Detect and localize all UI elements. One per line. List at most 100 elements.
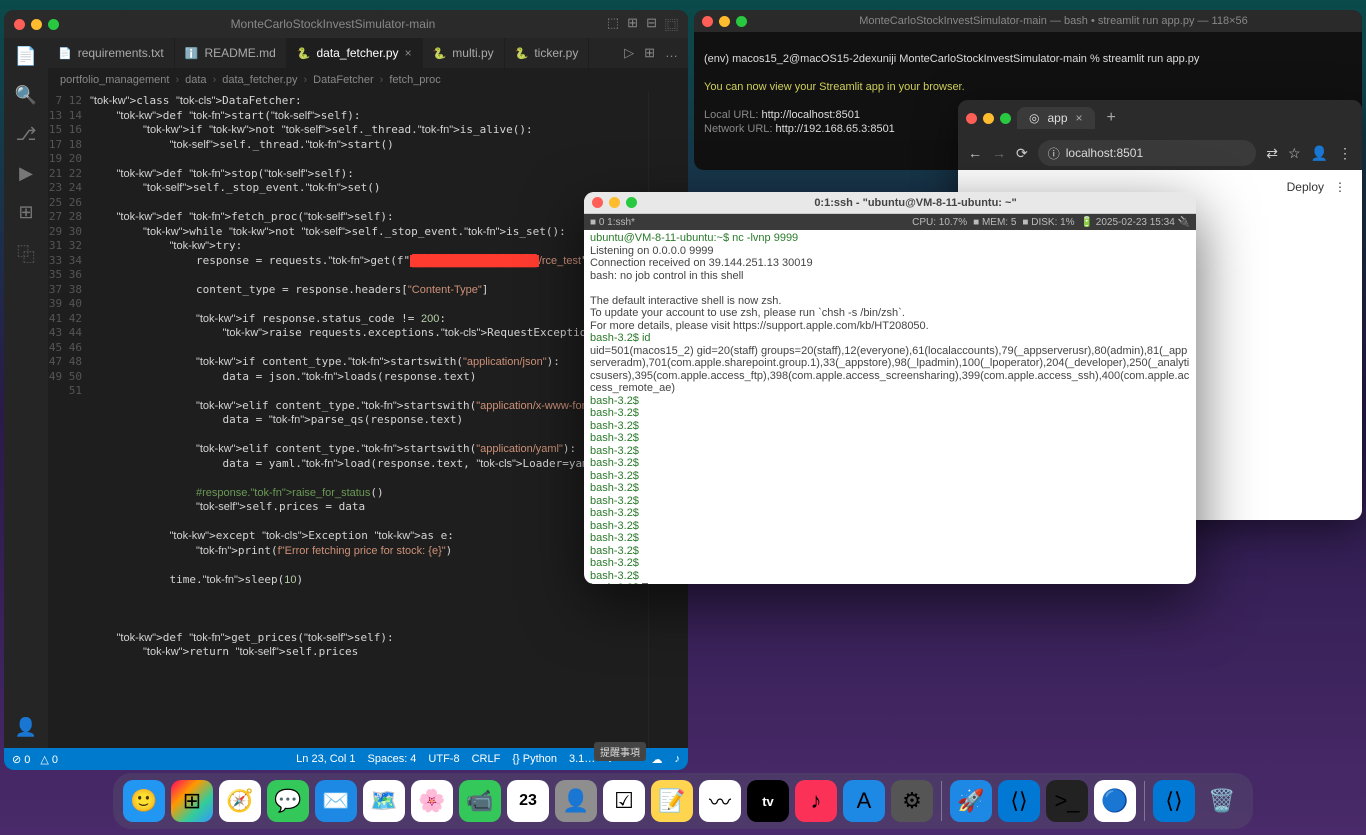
- profile-icon[interactable]: 👤: [1311, 145, 1328, 162]
- traffic-lights[interactable]: [14, 19, 59, 30]
- status-bar[interactable]: ⊘ 0 △ 0 Ln 23, Col 1 Spaces: 4 UTF-8 CRLF {}…: [4, 748, 688, 770]
- split-icon[interactable]: ⊞: [644, 45, 655, 61]
- accounts-icon[interactable]: 👤: [15, 717, 37, 738]
- maximize-icon[interactable]: [736, 16, 747, 27]
- layout-icon[interactable]: ⬚: [607, 15, 619, 34]
- warnings-count[interactable]: △ 0: [40, 753, 58, 766]
- menu-icon[interactable]: ⋮: [1338, 145, 1352, 162]
- editor-tab[interactable]: 🐍data_fetcher.py×: [287, 38, 423, 68]
- extensions-icon[interactable]: ⊞: [18, 202, 33, 223]
- bookmark-icon[interactable]: ☆: [1288, 145, 1301, 162]
- git-icon[interactable]: ⎇: [16, 124, 37, 145]
- app-menu-icon[interactable]: ⋮: [1334, 180, 1346, 194]
- tab-title: app: [1047, 111, 1067, 125]
- dock-reminders[interactable]: ☑: [603, 780, 645, 822]
- explorer-icon[interactable]: 📄: [15, 46, 37, 67]
- deploy-button[interactable]: Deploy: [1287, 180, 1324, 194]
- dock-trash[interactable]: 🗑️: [1201, 780, 1243, 822]
- minimize-icon[interactable]: [719, 16, 730, 27]
- reload-button[interactable]: ⟳: [1016, 145, 1028, 162]
- close-icon[interactable]: [592, 197, 603, 208]
- back-button[interactable]: ←: [968, 145, 982, 161]
- status-item[interactable]: ☁: [652, 753, 663, 766]
- breadcrumb-item[interactable]: fetch_proc: [389, 74, 440, 86]
- status-item[interactable]: Spaces: 4: [368, 753, 417, 766]
- debug-icon[interactable]: ▶: [19, 163, 33, 184]
- dock-messages[interactable]: 💬: [267, 780, 309, 822]
- breadcrumb-item[interactable]: portfolio_management: [60, 74, 169, 86]
- status-item[interactable]: Ln 23, Col 1: [296, 753, 355, 766]
- dock[interactable]: 🙂⊞🧭💬✉️🗺️🌸📹23👤☑📝〰tv♪A⚙🚀⟨⟩>_🔵⟨⟩🗑️: [113, 773, 1253, 829]
- dock-notes[interactable]: 📝: [651, 780, 693, 822]
- dock-maps[interactable]: 🗺️: [363, 780, 405, 822]
- maximize-icon[interactable]: [1000, 113, 1011, 124]
- editor-tab[interactable]: 🐍ticker.py: [505, 38, 590, 68]
- editor-tab[interactable]: 📄requirements.txt: [48, 38, 175, 68]
- browser-tab[interactable]: ◎ app ×: [1017, 107, 1095, 129]
- minimize-icon[interactable]: [31, 19, 42, 30]
- code-area[interactable]: "tok-kw">class "tok-cls">DataFetcher: "t…: [90, 92, 648, 748]
- close-icon[interactable]: [702, 16, 713, 27]
- dock-vscode2[interactable]: ⟨⟩: [1153, 780, 1195, 822]
- site-info-icon[interactable]: ⓘ: [1048, 145, 1060, 162]
- translate-icon[interactable]: ⇄: [1266, 145, 1278, 162]
- dock-launchpad[interactable]: ⊞: [171, 780, 213, 822]
- minimize-icon[interactable]: [609, 197, 620, 208]
- browser-tabstrip[interactable]: ◎ app × +: [958, 100, 1362, 136]
- dock-appstore[interactable]: A: [843, 780, 885, 822]
- dock-safari[interactable]: 🧭: [219, 780, 261, 822]
- editor-tab[interactable]: ℹ️README.md: [175, 38, 287, 68]
- status-item[interactable]: 3.1…: [569, 753, 595, 766]
- dock-mail[interactable]: ✉️: [315, 780, 357, 822]
- dock-terminal[interactable]: >_: [1046, 780, 1088, 822]
- breadcrumb-item[interactable]: data_fetcher.py: [222, 74, 297, 86]
- run-icon[interactable]: ▷: [624, 45, 634, 61]
- dock-chrome[interactable]: 🔵: [1094, 780, 1136, 822]
- dock-calendar[interactable]: 23: [507, 780, 549, 822]
- tab-label: README.md: [204, 46, 275, 60]
- forward-button[interactable]: →: [992, 145, 1006, 161]
- errors-count[interactable]: ⊘ 0: [12, 753, 30, 766]
- new-tab-button[interactable]: +: [1107, 109, 1116, 127]
- ssh-titlebar[interactable]: 0:1:ssh - "ubuntu@VM-8-11-ubuntu: ~": [584, 192, 1196, 214]
- tab-actions[interactable]: ▷ ⊞ …: [614, 45, 688, 61]
- maximize-icon[interactable]: [626, 197, 637, 208]
- dock-facetime[interactable]: 📹: [459, 780, 501, 822]
- layout-icon[interactable]: ⊟: [646, 15, 657, 34]
- editor-tab[interactable]: 🐍multi.py: [423, 38, 505, 68]
- dock-contacts[interactable]: 👤: [555, 780, 597, 822]
- address-bar[interactable]: ⓘ localhost:8501: [1038, 140, 1257, 166]
- dock-music[interactable]: ♪: [795, 780, 837, 822]
- more-icon[interactable]: …: [665, 45, 678, 61]
- terminal-titlebar[interactable]: MonteCarloStockInvestSimulator-main — ba…: [694, 10, 1362, 32]
- status-item[interactable]: UTF-8: [428, 753, 459, 766]
- cpu-status: CPU: 10.7%: [912, 217, 967, 228]
- dock-finder[interactable]: 🙂: [123, 780, 165, 822]
- dock-freeform[interactable]: 〰: [699, 780, 741, 822]
- dock-settings[interactable]: ⚙: [891, 780, 933, 822]
- status-item[interactable]: ♪: [675, 753, 681, 766]
- vscode-titlebar[interactable]: MonteCarloStockInvestSimulator-main ⬚ ⊞ …: [4, 10, 688, 38]
- title-layout-icons[interactable]: ⬚ ⊞ ⊟ ⿴: [607, 15, 678, 34]
- close-icon[interactable]: [14, 19, 25, 30]
- layout-icon[interactable]: ⊞: [627, 15, 638, 34]
- breadcrumb-item[interactable]: data: [185, 74, 206, 86]
- status-item[interactable]: CRLF: [472, 753, 501, 766]
- ssh-content[interactable]: ubuntu@VM-8-11-ubuntu:~$ nc -lvnp 9999 L…: [584, 230, 1196, 584]
- close-icon[interactable]: [966, 113, 977, 124]
- dock-photos[interactable]: 🌸: [411, 780, 453, 822]
- testing-icon[interactable]: ⿻: [17, 241, 35, 267]
- dock-tv[interactable]: tv: [747, 780, 789, 822]
- network-label: Network URL:: [704, 123, 772, 135]
- minimize-icon[interactable]: [983, 113, 994, 124]
- status-item[interactable]: {} Python: [512, 753, 557, 766]
- tab-close-icon[interactable]: ×: [405, 46, 412, 60]
- breadcrumb-item[interactable]: DataFetcher: [313, 74, 374, 86]
- tab-close-icon[interactable]: ×: [1076, 111, 1083, 125]
- layout-icon[interactable]: ⿴: [665, 15, 678, 34]
- dock-shadowrocket[interactable]: 🚀: [950, 780, 992, 822]
- maximize-icon[interactable]: [48, 19, 59, 30]
- search-icon[interactable]: 🔍: [15, 85, 37, 106]
- breadcrumbs[interactable]: portfolio_management›data›data_fetcher.p…: [48, 68, 688, 92]
- dock-vscode[interactable]: ⟨⟩: [998, 780, 1040, 822]
